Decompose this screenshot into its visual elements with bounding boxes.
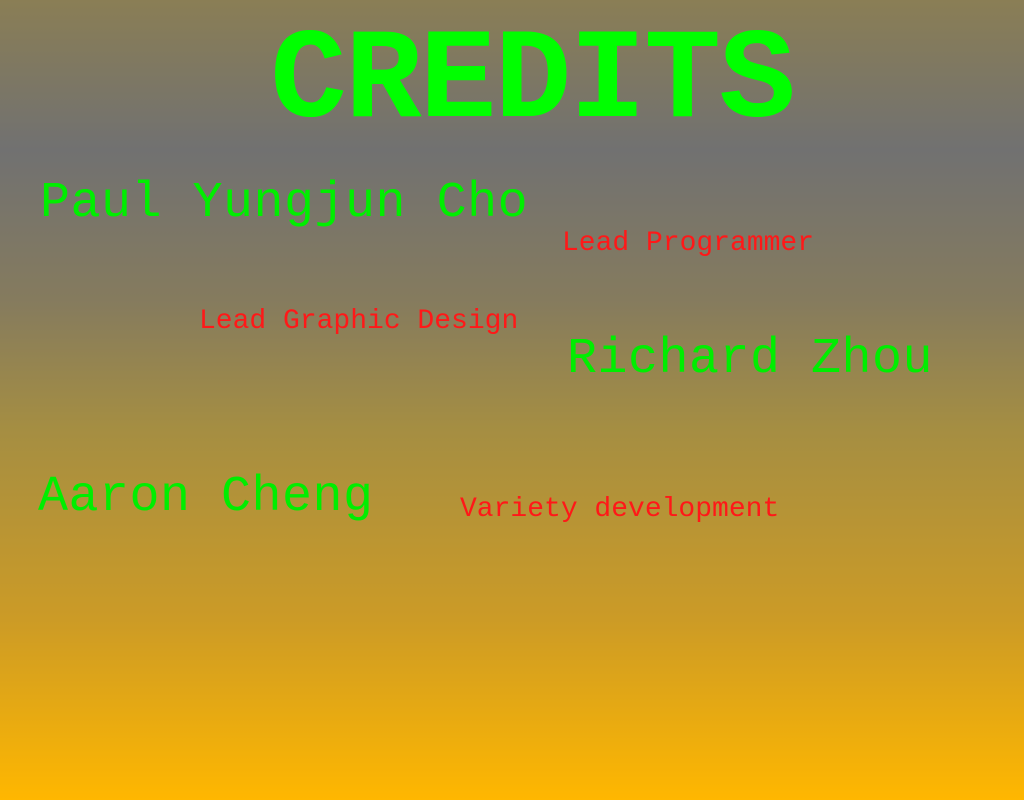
credit-role-lead-programmer: Lead Programmer xyxy=(562,228,815,259)
credit-role-variety-development: Variety development xyxy=(460,494,780,525)
credit-name-richard: Richard Zhou xyxy=(567,331,934,388)
credit-name-aaron: Aaron Cheng xyxy=(38,469,374,526)
credits-screen: CREDITS Paul Yungjun Cho Lead Programmer… xyxy=(0,0,1024,800)
credits-title: CREDITS xyxy=(270,10,796,155)
credit-role-lead-graphic-design: Lead Graphic Design xyxy=(199,306,519,337)
credit-name-paul: Paul Yungjun Cho xyxy=(40,175,529,232)
